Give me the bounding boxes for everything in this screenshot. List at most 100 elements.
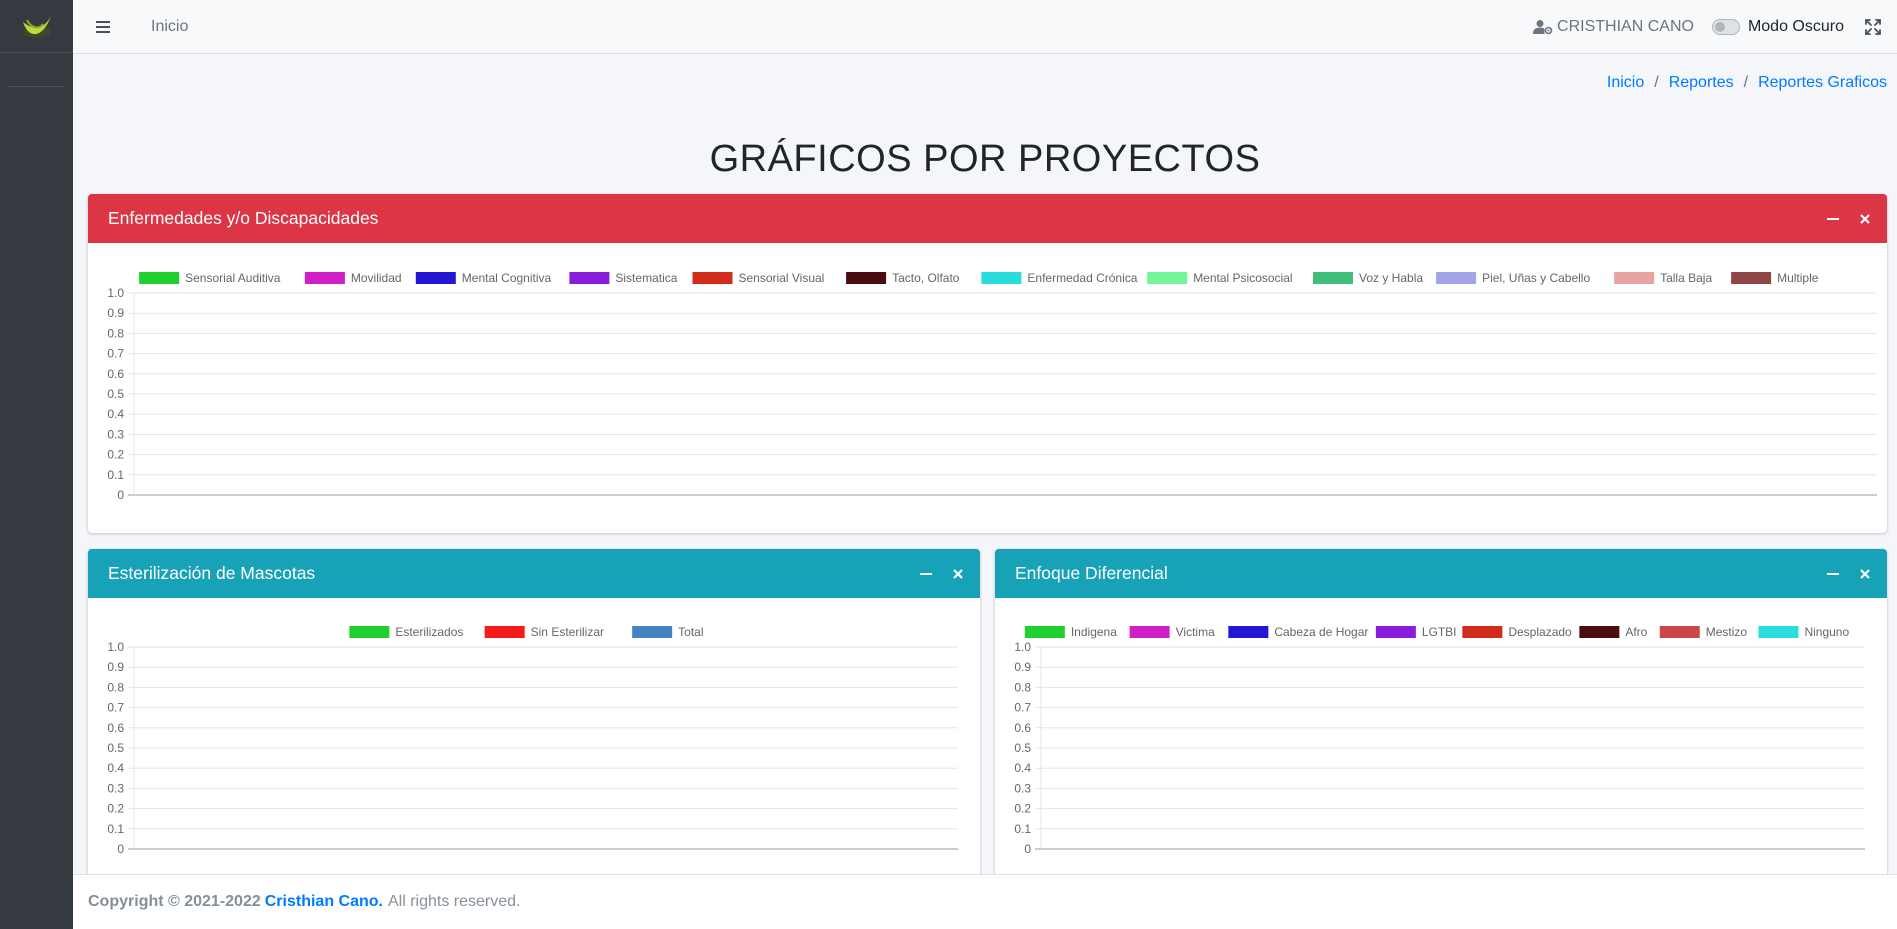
legend-swatch <box>1228 626 1269 638</box>
card-tools <box>1825 549 1873 598</box>
y-tick-label: 0.7 <box>1014 701 1031 715</box>
dark-mode-label: Modo Oscuro <box>1747 18 1844 35</box>
legend-swatch <box>692 272 733 284</box>
legend-item[interactable]: Victima <box>1129 625 1215 639</box>
dark-mode-toggle[interactable]: Modo Oscuro <box>1711 18 1844 36</box>
minus-icon <box>920 572 932 575</box>
legend-item[interactable]: Afro <box>1579 625 1648 639</box>
legend-item[interactable]: Sensorial Visual <box>692 271 825 285</box>
legend-swatch <box>1375 626 1416 638</box>
legend-swatch <box>1731 272 1772 284</box>
legend-swatch <box>139 272 180 284</box>
legend-label: Mestizo <box>1706 625 1748 639</box>
remove-button[interactable] <box>950 566 966 582</box>
legend-label: Voz y Habla <box>1359 271 1423 285</box>
legend-item[interactable]: Total <box>632 625 704 639</box>
card-title: Enfermedades y/o Discapacidades <box>108 208 379 228</box>
y-tick-label: 0.4 <box>107 407 124 421</box>
y-tick-label: 0.7 <box>107 347 124 361</box>
y-tick-label: 0.2 <box>107 448 124 462</box>
legend-swatch <box>1659 626 1700 638</box>
y-tick-label: 0.1 <box>1014 822 1031 836</box>
breadcrumb-reportes-graficos[interactable]: Reportes Graficos <box>1758 74 1887 92</box>
legend-item[interactable]: Sin Esterilizar <box>484 625 604 639</box>
legend-label: Total <box>678 625 703 639</box>
dark-mode-switch[interactable] <box>1711 19 1740 35</box>
legend-item[interactable]: Mestizo <box>1659 625 1748 639</box>
legend-item[interactable]: Piel, Uñas y Cabello <box>1436 271 1590 285</box>
breadcrumb-reportes[interactable]: Reportes <box>1669 74 1734 92</box>
collapse-button[interactable] <box>1825 211 1841 227</box>
legend-item[interactable]: Enfermedad Crónica <box>981 271 1138 285</box>
card-header: Esterilización de Mascotas <box>88 549 980 598</box>
legend-swatch <box>1024 626 1065 638</box>
legend-item[interactable]: Mental Cognitiva <box>415 271 552 285</box>
legend-item[interactable]: Tacto, Olfato <box>846 271 960 285</box>
card-title: Esterilización de Mascotas <box>108 563 316 583</box>
legend-label: Victima <box>1176 625 1215 639</box>
legend-swatch <box>632 626 673 638</box>
legend-item[interactable]: Esterilizados <box>349 625 463 639</box>
legend-label: Piel, Uñas y Cabello <box>1482 271 1590 285</box>
y-tick-label: 0.5 <box>107 387 124 401</box>
legend-item[interactable]: Ninguno <box>1758 625 1849 639</box>
user-menu[interactable]: CRISTHIAN CANO <box>1533 18 1694 36</box>
chart-legend: Indigena Victima Cabeza de Hogar LGTBI Despl… <box>1024 625 1849 639</box>
bar-chart: Esterilizados Sin Esterilizar Total 1.0 0.9 0… <box>107 625 958 856</box>
y-tick-label: 0.6 <box>107 367 124 381</box>
legend-label: Desplazado <box>1508 625 1572 639</box>
y-tick-label: 0.5 <box>1014 741 1031 755</box>
nav-home-link[interactable]: Inicio <box>151 18 188 36</box>
legend-item[interactable]: Mental Psicosocial <box>1147 271 1293 285</box>
y-tick-label: 0 <box>1024 842 1031 856</box>
legend-item[interactable]: LGTBI <box>1375 625 1457 639</box>
legend-label: LGTBI <box>1422 625 1457 639</box>
legend-item[interactable]: Sensorial Auditiva <box>139 271 281 285</box>
chart-legend: Sensorial Auditiva Movilidad Mental Cognit… <box>139 271 1819 285</box>
legend-item[interactable]: Voz y Habla <box>1313 271 1423 285</box>
legend-label: Multiple <box>1777 271 1819 285</box>
legend-item[interactable]: Sistematica <box>569 271 678 285</box>
legend-item[interactable]: Talla Baja <box>1614 271 1712 285</box>
card-enfoque-diferencial: Enfoque Diferencial Indigena Victima Cabez… <box>995 549 1887 879</box>
remove-button[interactable] <box>1857 211 1873 227</box>
brand-logo[interactable] <box>0 0 73 53</box>
legend-item[interactable]: Movilidad <box>304 271 402 285</box>
chart-container: Sensorial Auditiva Movilidad Mental Cognit… <box>88 243 1887 533</box>
fullscreen-icon[interactable] <box>1864 18 1882 36</box>
legend-label: Movilidad <box>351 271 402 285</box>
breadcrumb: Inicio / Reportes / Reportes Graficos <box>1607 74 1887 92</box>
card-title: Enfoque Diferencial <box>1015 563 1168 583</box>
collapse-button[interactable] <box>918 566 934 582</box>
remove-button[interactable] <box>1857 566 1873 582</box>
legend-item[interactable]: Indigena <box>1024 625 1117 639</box>
sidebar <box>0 0 73 929</box>
y-tick-label: 0.1 <box>107 468 124 482</box>
menu-toggle-button[interactable] <box>81 0 125 54</box>
y-tick-label: 0.4 <box>1014 761 1031 775</box>
legend-swatch <box>349 626 390 638</box>
legend-label: Ninguno <box>1804 625 1849 639</box>
legend-label: Afro <box>1625 625 1647 639</box>
legend-swatch <box>1614 272 1655 284</box>
y-tick-label: 0 <box>117 488 124 502</box>
legend-label: Cabeza de Hogar <box>1274 625 1368 639</box>
breadcrumb-inicio[interactable]: Inicio <box>1607 74 1644 92</box>
legend-label: Mental Psicosocial <box>1193 271 1292 285</box>
legend-swatch <box>1129 626 1170 638</box>
legend-label: Esterilizados <box>395 625 463 639</box>
legend-swatch <box>415 272 456 284</box>
y-tick-label: 0.5 <box>107 741 124 755</box>
legend-item[interactable]: Desplazado <box>1462 625 1572 639</box>
y-tick-label: 0.3 <box>1014 781 1031 795</box>
legend-swatch <box>981 272 1022 284</box>
user-cog-icon <box>1533 20 1553 35</box>
y-tick-label: 0.8 <box>107 326 124 340</box>
y-tick-label: 0.7 <box>107 701 124 715</box>
chart-container: Indigena Victima Cabeza de Hogar LGTBI Despl… <box>995 598 1887 879</box>
footer-author-link[interactable]: Cristhian Cano. <box>265 893 383 911</box>
y-tick-label: 0.3 <box>107 781 124 795</box>
legend-item[interactable]: Cabeza de Hogar <box>1228 625 1368 639</box>
legend-item[interactable]: Multiple <box>1731 271 1819 285</box>
collapse-button[interactable] <box>1825 566 1841 582</box>
